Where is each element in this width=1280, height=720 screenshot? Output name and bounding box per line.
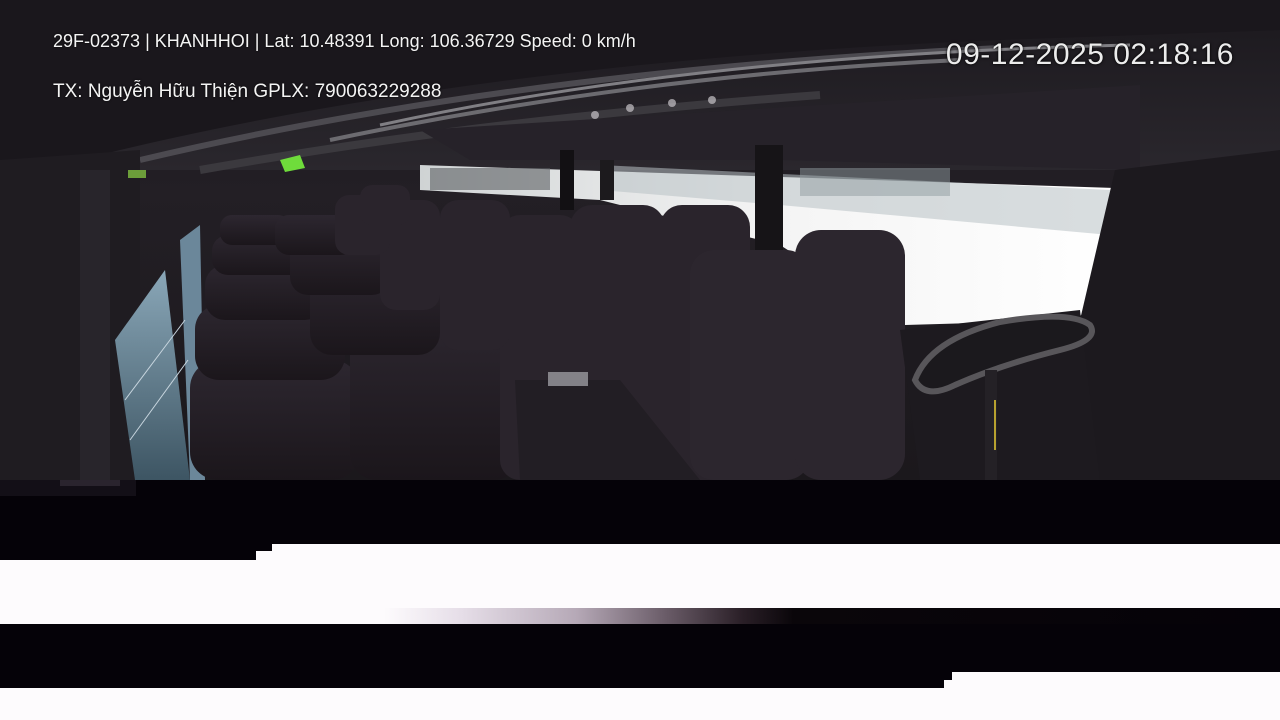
vehicle-info-overlay: 29F-02373 | KHANHHOI | Lat: 10.48391 Lon…	[53, 31, 636, 51]
bus-interior-scene	[0, 0, 1280, 480]
video-corruption-band	[0, 624, 1280, 672]
camera-view: 29F-02373 | KHANHHOI | Lat: 10.48391 Lon…	[0, 0, 1280, 480]
video-corruption-band	[0, 544, 1280, 560]
video-corruption-band	[0, 480, 1280, 544]
timestamp-overlay: 09-12-2025 02:18:16	[945, 38, 1234, 71]
driver-info-overlay: TX: Nguyễn Hữu Thiện GPLX: 790063229288	[53, 81, 442, 102]
dashcam-frame: 29F-02373 | KHANHHOI | Lat: 10.48391 Lon…	[0, 0, 1280, 720]
video-corruption-band	[0, 560, 1280, 608]
video-corruption-band	[0, 672, 1280, 720]
video-corruption-band	[0, 608, 1280, 624]
